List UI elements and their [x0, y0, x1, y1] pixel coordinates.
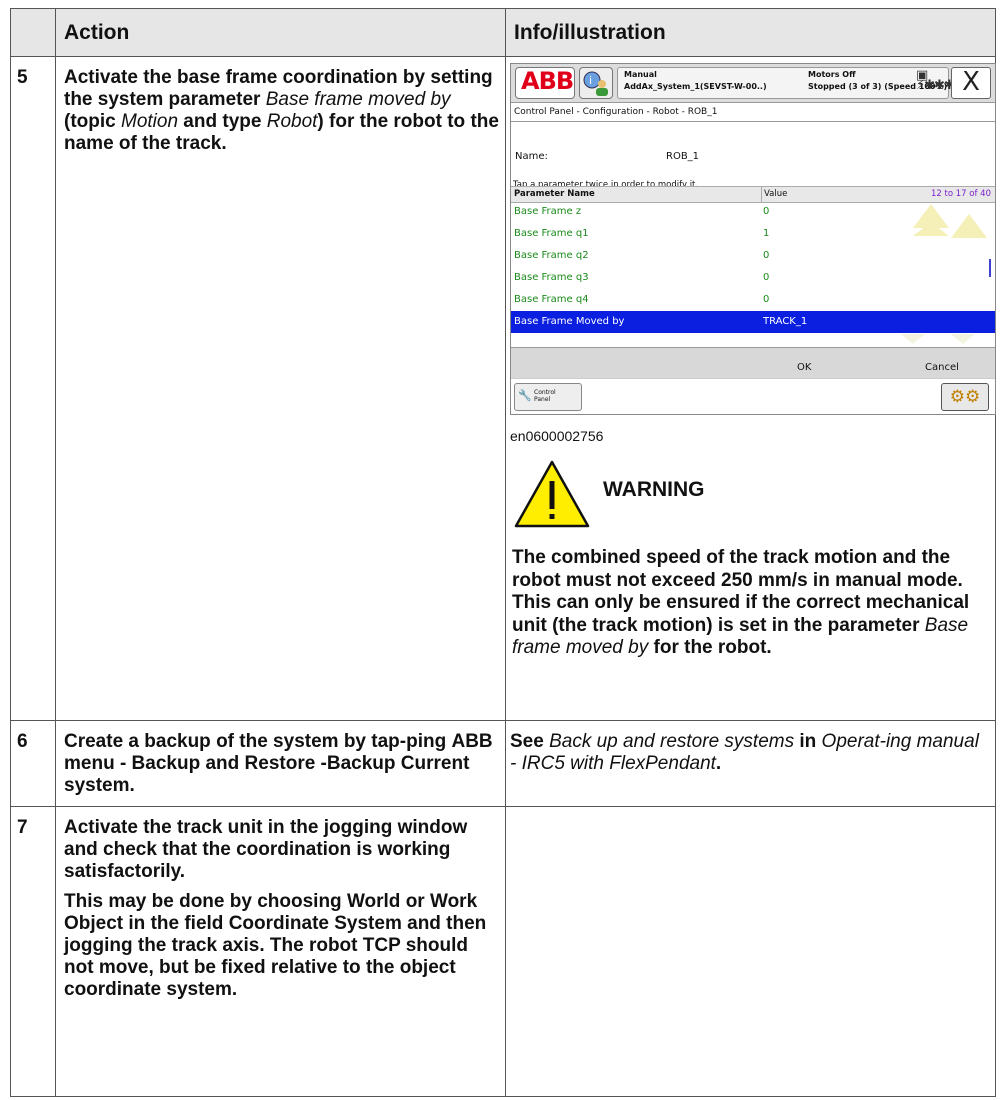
- status-box[interactable]: Manual AddAx_System_1(SEVST-W-00..) Moto…: [617, 67, 955, 99]
- param-name: Base Frame q3: [514, 272, 589, 283]
- action-text: This may be done by choosing: [64, 891, 347, 912]
- param-name: Base Frame z: [514, 206, 582, 217]
- reference-title: Back up and restore systems: [549, 731, 795, 752]
- param-value: 0: [763, 206, 770, 217]
- control-panel-task-button[interactable]: 🔧 Control Panel: [514, 383, 582, 411]
- action-paragraph: This may be done by choosing World or Wo…: [64, 891, 499, 1001]
- parameter-row[interactable]: Base Frame q3 0: [511, 267, 995, 289]
- action-text: or: [400, 891, 430, 912]
- col-value: Value: [761, 187, 787, 202]
- param-value: 1: [763, 228, 770, 239]
- flexpendant-screenshot: ABB i Manual AddAx_System_1(SEVST-W-00..…: [510, 63, 996, 415]
- scroll-top-icon[interactable]: [951, 214, 987, 238]
- status-motors: Motors Off: [808, 70, 856, 79]
- option-world: World: [346, 891, 401, 912]
- action-text: in the field: [123, 913, 229, 934]
- warning-text: The combined speed of the track motion a…: [512, 547, 989, 660]
- operator-window-button[interactable]: i: [579, 67, 613, 99]
- quickset-robot-icon: ▣ ⚡✱✱✱: [916, 68, 955, 93]
- header-number-cell: [10, 8, 56, 57]
- scroll-up-icon[interactable]: [913, 222, 949, 236]
- action-paragraph: Activate the track unit in the jogging w…: [64, 817, 468, 882]
- param-value: 0: [763, 250, 770, 261]
- param-value: 0: [763, 272, 770, 283]
- step-number: 7: [10, 806, 56, 1097]
- step-number: 6: [10, 720, 56, 807]
- warning-block: WARNING: [510, 457, 989, 541]
- type-name: Robot: [266, 111, 318, 132]
- paging-indicator: 12 to 17 of 40: [931, 189, 991, 199]
- quickset-gear-icon[interactable]: ⚙⚙: [941, 383, 989, 411]
- abb-menu-button[interactable]: ABB: [515, 67, 575, 99]
- col-param-name: Parameter Name: [514, 189, 595, 199]
- breadcrumb: Control Panel - Configuration - Robot - …: [511, 103, 995, 122]
- scroll-position-marker: [989, 259, 991, 277]
- wrench-icon: 🔧: [518, 389, 532, 402]
- status-system: AddAx_System_1(SEVST-W-00..): [624, 82, 767, 91]
- step-action: Create a backup of the system by tap-pin…: [55, 720, 506, 807]
- action-text: .: [129, 775, 135, 796]
- info-text: in: [794, 731, 822, 752]
- topic-name: Motion: [121, 111, 179, 132]
- param-name: Base Frame q1: [514, 228, 589, 239]
- step-info: ABB i Manual AddAx_System_1(SEVST-W-00..…: [505, 56, 996, 721]
- ok-button[interactable]: OK: [797, 357, 811, 379]
- svg-text:i: i: [589, 74, 592, 87]
- warning-title: WARNING: [603, 478, 705, 501]
- parameter-row[interactable]: Base Frame q2 0: [511, 245, 995, 267]
- warning-triangle-icon: [514, 460, 590, 528]
- table-row: 7 Activate the track unit in the jogging…: [10, 806, 996, 1097]
- table-header-row: Action Info/illustration: [10, 8, 996, 57]
- table-row: 6 Create a backup of the system by tap-p…: [10, 720, 996, 807]
- header-action: Action: [55, 8, 506, 57]
- param-name: Base Frame q2: [514, 250, 589, 261]
- task-label: Control: [534, 389, 556, 396]
- table-row: 5 Activate the base frame coordination b…: [10, 56, 996, 721]
- status-mode: Manual: [624, 70, 657, 79]
- step-info-empty: [505, 806, 996, 1097]
- info-text: See: [510, 731, 550, 752]
- warning-sentence: for the robot.: [648, 637, 772, 658]
- param-name: Base frame moved by: [265, 89, 451, 110]
- close-button[interactable]: X: [951, 67, 991, 99]
- task-label: Panel: [534, 396, 551, 403]
- step-number: 5: [10, 56, 56, 721]
- step-action: Activate the base frame coordination by …: [55, 56, 506, 721]
- figure-caption: en0600002756: [510, 428, 604, 444]
- cancel-button[interactable]: Cancel: [925, 357, 959, 379]
- step-info: See Back up and restore systems in Opera…: [505, 720, 996, 807]
- field-coordinate-system: Coordinate System: [228, 913, 402, 934]
- step-action: Activate the track unit in the jogging w…: [55, 806, 506, 1097]
- info-text: .: [715, 753, 722, 774]
- flexpendant-status-bar: ABB i Manual AddAx_System_1(SEVST-W-00..…: [511, 64, 995, 103]
- action-text: and type: [178, 111, 267, 132]
- warning-sentence: The combined speed of the track motion a…: [512, 547, 970, 636]
- action-text: Create a backup of the system by tap-pin…: [64, 731, 452, 752]
- dialog-button-bar: OK Cancel: [511, 347, 995, 378]
- name-label: Name:: [515, 151, 548, 162]
- procedure-table: Action Info/illustration 5 Activate the …: [10, 8, 996, 1097]
- abb-logo: ABB: [521, 67, 574, 95]
- name-value: ROB_1: [666, 151, 700, 162]
- taskbar: 🔧 Control Panel ⚙⚙: [511, 378, 995, 414]
- user-info-icon: i: [583, 71, 608, 96]
- action-text: (topic: [64, 111, 121, 132]
- header-info: Info/illustration: [505, 8, 996, 57]
